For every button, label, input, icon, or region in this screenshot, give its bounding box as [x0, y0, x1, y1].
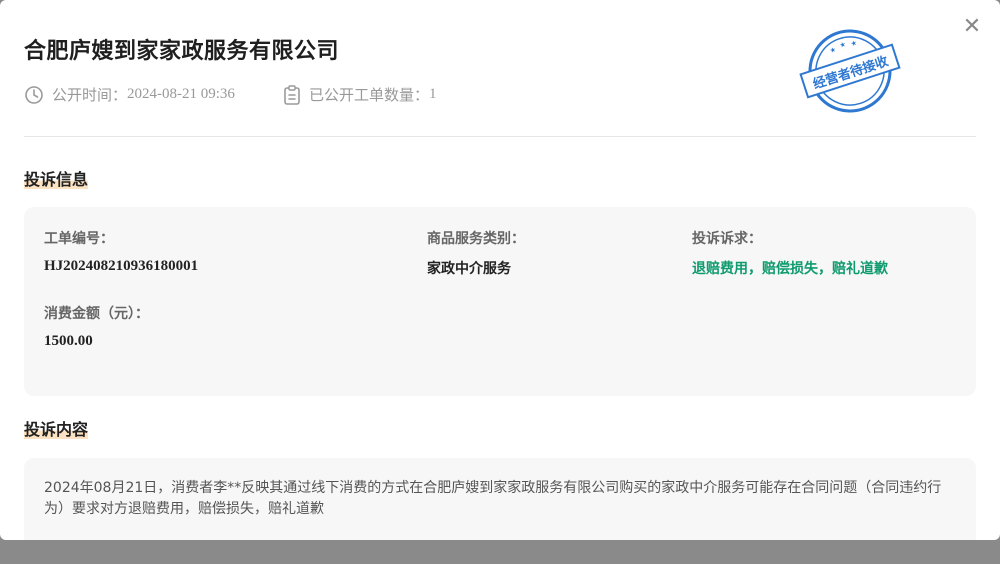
- complaint-demand-label: 投诉诉求：: [692, 231, 762, 247]
- close-icon[interactable]: ✕: [962, 16, 982, 38]
- clock-icon: [25, 85, 43, 104]
- order-number-label: 工单编号：: [44, 231, 114, 247]
- orders-count-row: 已公开工单数量： 1: [283, 84, 437, 105]
- order-number-value: HJ20240821093618000​1: [44, 258, 199, 274]
- service-category-value: 家政中介服务: [427, 261, 511, 277]
- section-title-complaint-info: 投诉信息: [24, 170, 89, 189]
- complaint-demand-value: 退赔费用，赔偿损失，赔礼道歉: [692, 261, 888, 277]
- complaint-content-text: 2024年08月21日，消费者李**反映其通过线下消费的方式在合肥庐嫂到家家政服…: [44, 480, 942, 517]
- amount-label: 消费金额（元）：: [44, 306, 149, 322]
- publish-time-label: 公开时间：: [52, 86, 128, 104]
- publish-time-row: 公开时间： 2024-08-21 09:36: [24, 84, 235, 105]
- complaint-detail-modal: ✕ 合肥庐嫂到家家政服务有限公司 公开时间： 2024-08-21 09:36 …: [0, 0, 1000, 540]
- orders-count-value: 1: [429, 86, 437, 102]
- header-divider: [24, 136, 976, 137]
- amount-value: 1500.00: [44, 333, 93, 349]
- status-stamp: ★ ★ ★ 经营者待接收: [798, 28, 902, 118]
- publish-time-value: 2024-08-21 09:36: [127, 86, 235, 102]
- company-name: 合肥庐嫂到家家政服务有限公司: [24, 39, 340, 64]
- section-title-complaint-content: 投诉内容: [24, 420, 89, 439]
- clipboard-icon: [284, 84, 300, 105]
- orders-count-label: 已公开工单数量：: [309, 86, 430, 104]
- complaint-content-panel: 2024年08月21日，消费者李**反映其通过线下消费的方式在合肥庐嫂到家家政服…: [24, 458, 976, 540]
- service-category-label: 商品服务类别：: [427, 231, 525, 247]
- complaint-info-panel: 工单编号： HJ20240821093618000​1 商品服务类别： 家政中介…: [24, 207, 976, 396]
